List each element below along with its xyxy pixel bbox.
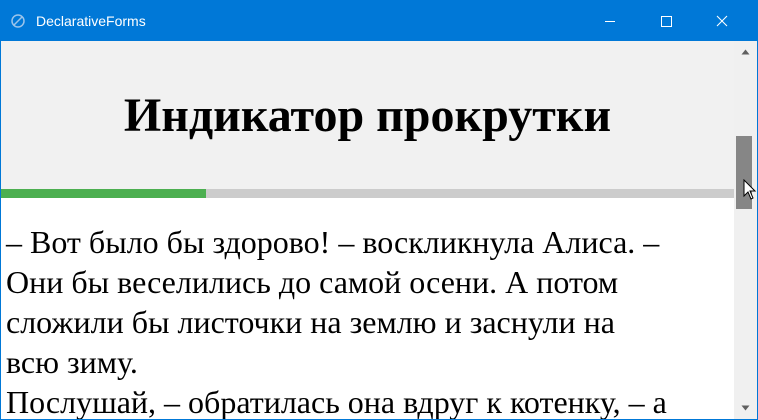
arrow-up-icon — [741, 49, 750, 55]
arrow-down-icon — [741, 405, 750, 411]
scroll-progress-bar — [1, 189, 734, 198]
close-button[interactable] — [699, 1, 745, 41]
scroll-thumb[interactable] — [736, 136, 752, 209]
maximize-icon — [661, 16, 672, 27]
text-line: Они бы веселились до самой осени. А пото… — [6, 264, 619, 300]
window-title: DeclarativeForms — [36, 13, 146, 29]
text-line: всю зиму. — [6, 344, 138, 380]
scroll-progress-fill — [1, 189, 207, 198]
maximize-button[interactable] — [643, 1, 689, 41]
scroll-up-button[interactable] — [734, 41, 757, 63]
page-title: Индикатор прокрутки — [123, 89, 612, 142]
close-icon — [716, 15, 728, 27]
text-line: Послушай, – обратилась она вдруг к котен… — [6, 384, 667, 419]
scroll-down-button[interactable] — [734, 397, 757, 419]
article-content: – Вот было бы здорово! – воскликнула Али… — [6, 222, 732, 419]
minimize-button[interactable] — [587, 1, 633, 41]
vertical-scrollbar[interactable] — [734, 41, 757, 419]
text-line: сложили бы листочки на землю и заснули н… — [6, 304, 615, 340]
app-window: DeclarativeForms Индикатор прокрутки – В… — [0, 0, 758, 420]
title-bar[interactable]: DeclarativeForms — [1, 1, 757, 41]
minimize-icon — [605, 21, 615, 22]
app-icon — [11, 14, 25, 28]
page-header: Индикатор прокрутки — [1, 41, 734, 189]
text-line: – Вот было бы здорово! – воскликнула Али… — [6, 224, 660, 260]
client-area: Индикатор прокрутки – Вот было бы здоров… — [1, 41, 757, 419]
